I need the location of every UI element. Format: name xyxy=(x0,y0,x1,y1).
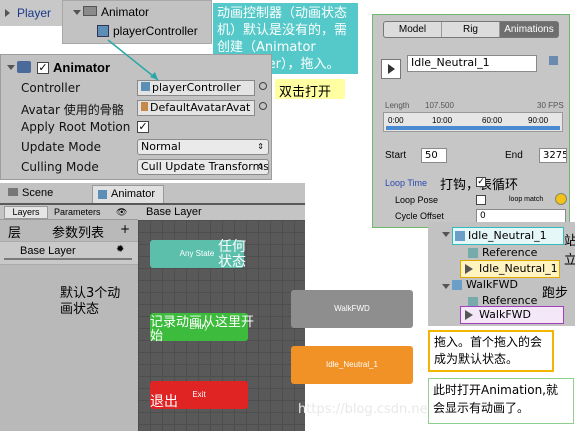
default-states-annotation: 默认3个动画状态 xyxy=(60,286,121,317)
loop-match-indicator-icon xyxy=(555,193,567,205)
timeline-range-bar[interactable] xyxy=(386,126,560,130)
animations-import-panel: Model Rig Animations Idle_Neutral_1 Leng… xyxy=(372,14,570,228)
drag-in-annotation: 拖入。首个拖入的会成为默认状态。 xyxy=(428,330,554,372)
tab-parameters[interactable]: Parameters xyxy=(54,207,101,217)
cycle-offset-field[interactable]: 0 xyxy=(476,209,566,223)
state-idle-neutral[interactable]: Idle_Neutral_1 xyxy=(291,346,413,384)
tab-animator[interactable]: Animator xyxy=(92,185,164,203)
open-animation-annotation: 此时打开Animation,就会显示有动画了。 xyxy=(428,378,574,424)
breadcrumb-bar: Base Layer xyxy=(138,205,305,221)
tab-layers[interactable]: Layers xyxy=(4,206,48,219)
reference-icon xyxy=(468,248,478,258)
breadcrumb[interactable]: Base Layer xyxy=(146,206,202,218)
expand-arrow-icon[interactable] xyxy=(442,284,450,289)
clip-name-field[interactable]: Idle_Neutral_1 xyxy=(407,55,537,72)
import-tabs: Model Rig Animations xyxy=(383,21,559,38)
fps-value: 30 FPS xyxy=(537,101,564,110)
settings-icon[interactable] xyxy=(549,56,558,65)
play-icon xyxy=(388,64,395,74)
timeline-ruler[interactable]: 0:00 10:00 60:00 90:00 xyxy=(383,112,563,132)
length-label: Length xyxy=(385,101,410,110)
loop-time-checkbox[interactable]: ✓ xyxy=(476,177,486,187)
loop-time-label: Loop Time xyxy=(385,178,428,188)
state-walkfwd[interactable]: WalkFWD xyxy=(291,290,413,328)
tab-scene[interactable]: Scene xyxy=(22,187,53,199)
layer-item-base[interactable]: Base Layer ✹ xyxy=(0,241,138,265)
end-label: End xyxy=(505,150,523,161)
model-walkfwd[interactable]: WalkFWD xyxy=(466,278,518,291)
params-annotation: 参数列表 xyxy=(52,226,105,241)
end-field[interactable]: 3275 xyxy=(539,148,567,163)
add-layer-button[interactable]: + xyxy=(120,222,130,236)
length-value: 107.500 xyxy=(425,101,454,110)
entry-annotation: 记录动画从这里开始 xyxy=(150,315,255,344)
loop-match-label: loop match xyxy=(509,196,544,203)
model-idle-neutral[interactable]: Idle_Neutral_1 xyxy=(452,227,564,245)
layer-weight-bar xyxy=(4,258,132,260)
sidebar-tabbar: Layers Parameters 👁 xyxy=(0,205,138,220)
tab-animations[interactable]: Animations xyxy=(500,22,558,37)
loop-pose-label: Loop Pose xyxy=(395,195,439,205)
gear-icon[interactable]: ✹ xyxy=(116,244,124,255)
project-clip-list: Idle_Neutral_1 站立 Reference Idle_Neutral… xyxy=(428,222,575,326)
tab-model[interactable]: Model xyxy=(384,22,442,37)
run-annotation: 跑步 xyxy=(542,286,569,301)
animator-icon xyxy=(98,190,107,199)
exit-annotation: 退出 xyxy=(150,394,178,410)
watermark: https://blog.csdn.net/... xyxy=(298,402,450,417)
expand-arrow-icon[interactable] xyxy=(442,232,450,237)
tab-rig[interactable]: Rig xyxy=(442,22,500,37)
layers-annotation: 层 xyxy=(8,226,22,241)
clip-walkfwd[interactable]: WalkFWD xyxy=(460,306,564,324)
model-icon xyxy=(452,280,462,290)
cycle-offset-label: Cycle Offset xyxy=(395,211,444,221)
animation-clip-icon xyxy=(465,310,473,320)
scene-icon xyxy=(8,188,18,196)
clip-idle-neutral[interactable]: Idle_Neutral_1 xyxy=(460,260,560,278)
reference-item[interactable]: Reference xyxy=(482,246,537,259)
loop-pose-checkbox[interactable] xyxy=(476,195,486,205)
eye-icon[interactable]: 👁 xyxy=(116,208,127,218)
any-state-annotation: 任何状态 xyxy=(218,239,246,270)
start-label: Start xyxy=(385,150,407,161)
start-field[interactable]: 50 xyxy=(421,148,447,163)
model-icon xyxy=(455,231,465,241)
stand-annotation: 站立 xyxy=(564,234,575,268)
animation-clip-icon xyxy=(465,264,473,274)
window-tab-bar: Scene Animator xyxy=(0,183,305,203)
